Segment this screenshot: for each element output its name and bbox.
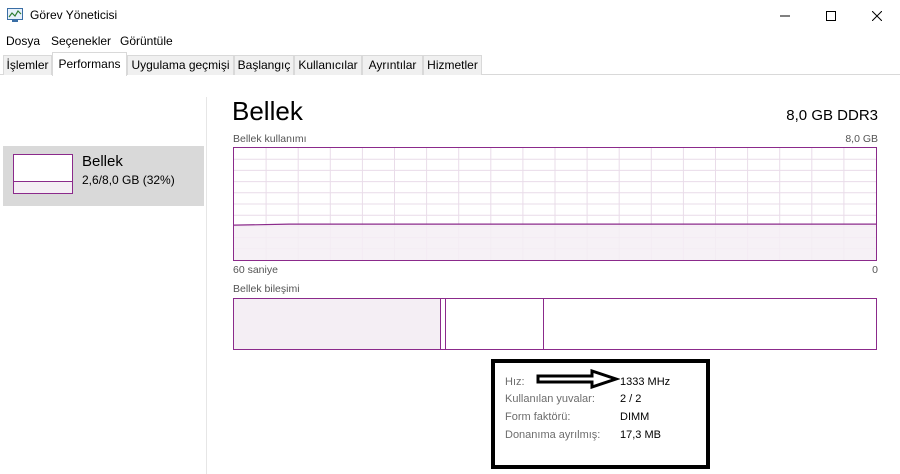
title-bar: Görev Yöneticisi bbox=[0, 0, 900, 31]
usage-graph-label: Bellek kullanımı bbox=[233, 133, 307, 145]
stat-hardware-reserved-value: 17,3 MB bbox=[620, 429, 661, 441]
stat-slots-label: Kullanılan yuvalar: bbox=[505, 393, 595, 405]
memory-model: 8,0 GB DDR3 bbox=[786, 107, 878, 124]
tab-users[interactable]: Kullanıcılar bbox=[294, 55, 362, 75]
menu-options[interactable]: Seçenekler bbox=[51, 34, 111, 48]
memory-composition-bar bbox=[233, 298, 877, 350]
close-icon bbox=[872, 10, 882, 21]
window-title: Görev Yöneticisi bbox=[30, 8, 118, 22]
time-axis-right-label: 0 bbox=[872, 264, 878, 276]
composition-label: Bellek bileşimi bbox=[233, 283, 300, 295]
sidebar-divider bbox=[206, 97, 207, 474]
menu-bar: Dosya Seçenekler Görüntüle bbox=[0, 31, 900, 51]
sidebar-item-memory[interactable]: Bellek 2,6/8,0 GB (32%) bbox=[3, 146, 204, 206]
page-title: Bellek bbox=[232, 96, 303, 126]
sidebar-item-subtitle: 2,6/8,0 GB (32%) bbox=[82, 173, 175, 187]
tab-bar: İşlemler Performans Uygulama geçmişi Baş… bbox=[0, 52, 900, 76]
maximize-icon bbox=[826, 10, 836, 21]
minimize-icon bbox=[780, 15, 790, 16]
task-manager-icon bbox=[7, 8, 23, 22]
tab-details[interactable]: Ayrıntılar bbox=[362, 55, 423, 75]
stat-hardware-reserved-label: Donanıma ayrılmış: bbox=[505, 429, 601, 441]
tab-processes[interactable]: İşlemler bbox=[3, 55, 52, 75]
tab-performance[interactable]: Performans bbox=[52, 52, 127, 76]
tab-services[interactable]: Hizmetler bbox=[423, 55, 482, 75]
sidebar bbox=[0, 76, 208, 474]
memory-thumbnail-fill bbox=[14, 181, 72, 193]
minimize-button[interactable] bbox=[762, 0, 808, 31]
composition-standby bbox=[446, 299, 544, 349]
memory-usage-chart bbox=[234, 148, 876, 260]
arrow-annotation bbox=[536, 369, 620, 389]
menu-view[interactable]: Görüntüle bbox=[120, 34, 173, 48]
usage-graph-max: 8,0 GB bbox=[845, 133, 878, 145]
stat-form-factor-label: Form faktörü: bbox=[505, 411, 571, 423]
tab-app-history[interactable]: Uygulama geçmişi bbox=[127, 55, 234, 75]
time-axis-left-label: 60 saniye bbox=[233, 264, 278, 276]
tab-startup[interactable]: Başlangıç bbox=[234, 55, 294, 75]
usage-area bbox=[234, 224, 876, 260]
stat-slots-value: 2 / 2 bbox=[620, 393, 642, 405]
menu-file[interactable]: Dosya bbox=[6, 34, 40, 48]
stat-speed-value: 1333 MHz bbox=[620, 376, 671, 388]
memory-usage-graph bbox=[233, 147, 877, 261]
memory-thumbnail-graph bbox=[13, 154, 73, 194]
maximize-button[interactable] bbox=[808, 0, 854, 31]
composition-free bbox=[544, 299, 876, 349]
sidebar-item-title: Bellek bbox=[82, 153, 123, 170]
stat-speed-label: Hız: bbox=[505, 376, 525, 388]
stat-form-factor-value: DIMM bbox=[620, 411, 650, 423]
composition-in-use bbox=[234, 299, 440, 349]
close-button[interactable] bbox=[854, 0, 900, 31]
